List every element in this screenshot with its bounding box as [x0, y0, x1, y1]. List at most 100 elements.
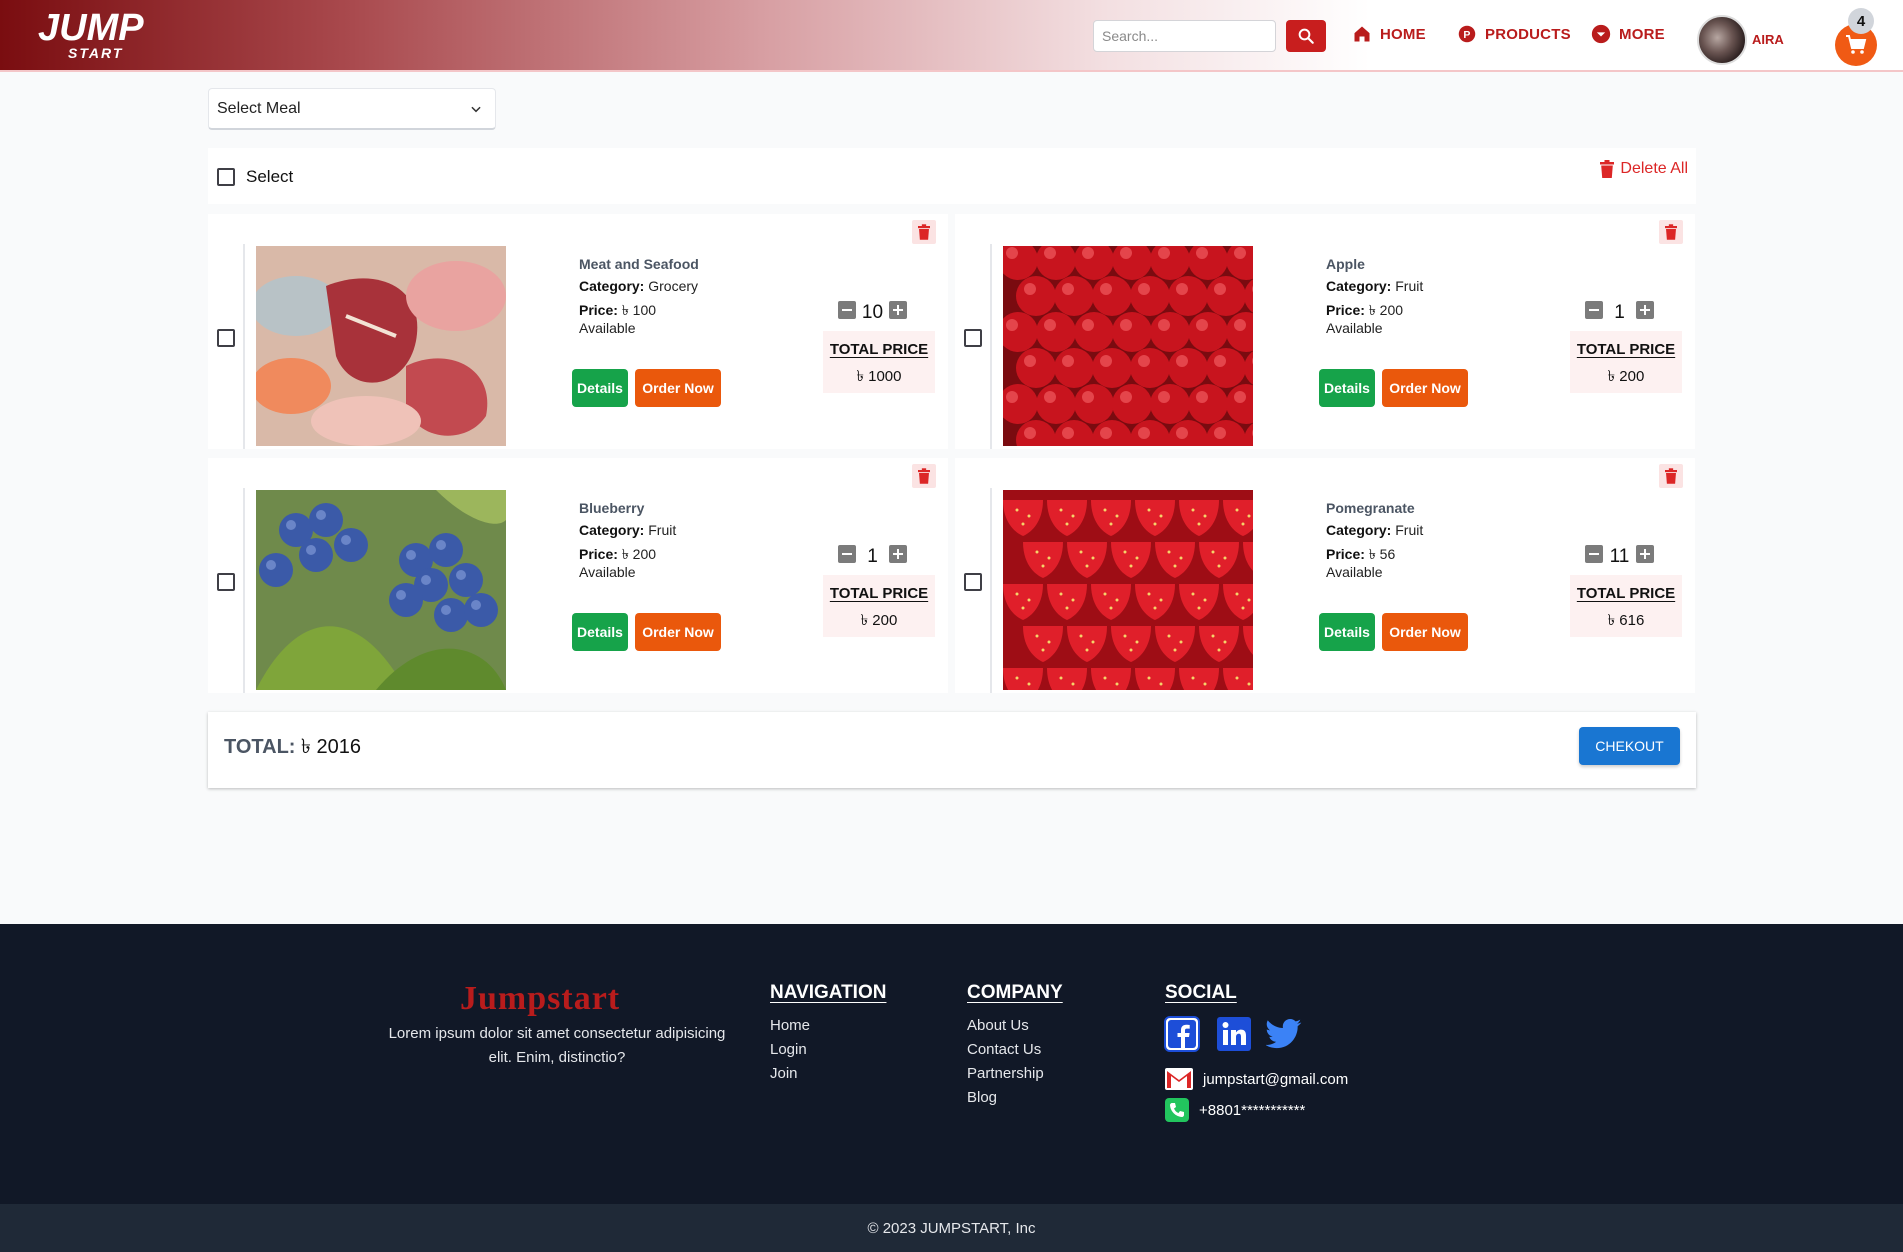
meal-select-dropdown[interactable]: Select Meal — [208, 88, 496, 130]
cart-total-label: TOTAL: — [224, 736, 296, 758]
delete-item-button[interactable] — [1659, 464, 1683, 488]
svg-text:START: START — [68, 45, 123, 61]
footer: Jumpstart Lorem ipsum dolor sit amet con… — [0, 924, 1903, 1204]
nav-products[interactable]: P PRODUCTS — [1457, 22, 1571, 46]
plus-icon — [893, 549, 903, 559]
footer-brand: Jumpstart — [460, 980, 621, 1017]
cart-item-card: Meat and Seafood Category: Grocery Price… — [208, 214, 948, 449]
search-icon — [1298, 28, 1314, 44]
cart-summary-bar: TOTAL: ৳ 2016 CHEKOUT — [208, 712, 1696, 788]
footer-phone[interactable]: +8801*********** — [1165, 1098, 1305, 1122]
facebook-icon[interactable] — [1164, 1016, 1200, 1052]
copyright-bar: © 2023 JUMPSTART, Inc — [0, 1204, 1903, 1252]
increase-quantity-button[interactable] — [889, 545, 907, 563]
footer-link-about[interactable]: About Us — [967, 1017, 1029, 1034]
quantity-value: 1 — [1614, 302, 1625, 323]
delete-item-button[interactable] — [912, 464, 936, 488]
category-label: Category: — [1326, 278, 1392, 294]
user-name[interactable]: AIRA — [1752, 32, 1784, 47]
order-now-button[interactable]: Order Now — [1382, 369, 1468, 407]
item-checkbox[interactable] — [964, 329, 982, 347]
nav-products-label: PRODUCTS — [1485, 25, 1571, 43]
footer-social-title: SOCIAL — [1165, 982, 1237, 1003]
delete-item-button[interactable] — [912, 220, 936, 244]
footer-email[interactable]: jumpstart@gmail.com — [1165, 1068, 1348, 1090]
price-value: ৳ 100 — [621, 302, 657, 318]
total-price-value: ৳ 200 — [1607, 368, 1645, 385]
delete-all-label: Delete All — [1620, 160, 1688, 177]
card-divider — [243, 488, 245, 693]
footer-navigation-title: NAVIGATION — [770, 982, 887, 1003]
footer-link-join[interactable]: Join — [770, 1065, 798, 1082]
quantity-value: 10 — [861, 302, 884, 323]
checkout-button[interactable]: CHEKOUT — [1579, 727, 1680, 765]
item-checkbox[interactable] — [217, 329, 235, 347]
footer-link-login[interactable]: Login — [770, 1041, 807, 1058]
cart-icon — [1846, 35, 1867, 54]
footer-link-blog[interactable]: Blog — [967, 1089, 997, 1106]
delete-all-button[interactable]: Delete All — [1600, 160, 1688, 178]
trash-icon — [918, 224, 930, 240]
availability-status: Available — [579, 320, 636, 336]
item-checkbox[interactable] — [964, 573, 982, 591]
svg-text:JUMP: JUMP — [38, 7, 144, 49]
product-category: Category: Fruit — [579, 522, 676, 538]
decrease-quantity-button[interactable] — [1585, 301, 1603, 319]
product-name[interactable]: Apple — [1326, 256, 1365, 272]
availability-status: Available — [1326, 320, 1383, 336]
details-button[interactable]: Details — [572, 369, 628, 407]
increase-quantity-button[interactable] — [889, 301, 907, 319]
search-input[interactable] — [1093, 20, 1276, 52]
item-total-box: TOTAL PRICE ৳ 200 — [1570, 331, 1682, 393]
quantity-value: 1 — [867, 546, 878, 567]
details-button[interactable]: Details — [1319, 369, 1375, 407]
price-label: Price: — [1326, 546, 1365, 562]
cart-item-card: Pomegranate Category: Fruit Price: ৳ 56 … — [955, 458, 1695, 693]
linkedin-icon[interactable] — [1216, 1016, 1252, 1052]
twitter-icon[interactable] — [1266, 1016, 1302, 1052]
footer-link-home[interactable]: Home — [770, 1017, 810, 1034]
item-total-box: TOTAL PRICE ৳ 1000 — [823, 331, 935, 393]
product-name[interactable]: Meat and Seafood — [579, 256, 699, 272]
decrease-quantity-button[interactable] — [838, 301, 856, 319]
footer-link-contact[interactable]: Contact Us — [967, 1041, 1041, 1058]
nav-home[interactable]: HOME — [1352, 22, 1426, 46]
product-name[interactable]: Pomegranate — [1326, 500, 1415, 516]
item-total-box: TOTAL PRICE ৳ 200 — [823, 575, 935, 637]
quantity-value: 11 — [1609, 546, 1630, 567]
search-button[interactable] — [1286, 20, 1326, 52]
increase-quantity-button[interactable] — [1636, 545, 1654, 563]
product-category: Category: Fruit — [1326, 278, 1423, 294]
item-total-box: TOTAL PRICE ৳ 616 — [1570, 575, 1682, 637]
minus-icon — [1589, 309, 1599, 311]
footer-email-text: jumpstart@gmail.com — [1203, 1070, 1349, 1088]
category-label: Category: — [579, 278, 645, 294]
minus-icon — [842, 309, 852, 311]
total-price-label: TOTAL PRICE — [1576, 341, 1676, 358]
nav-home-label: HOME — [1380, 25, 1426, 43]
minus-icon — [1589, 553, 1599, 555]
jumpstart-logo[interactable]: JUMP START — [36, 4, 156, 66]
footer-link-partnership[interactable]: Partnership — [967, 1065, 1044, 1082]
cart-item-card: Apple Category: Fruit Price: ৳ 200 Avail… — [955, 214, 1695, 449]
order-now-button[interactable]: Order Now — [635, 613, 721, 651]
product-name[interactable]: Blueberry — [579, 500, 644, 516]
delete-item-button[interactable] — [1659, 220, 1683, 244]
increase-quantity-button[interactable] — [1636, 301, 1654, 319]
price-value: ৳ 200 — [621, 546, 657, 562]
card-divider — [990, 244, 992, 449]
decrease-quantity-button[interactable] — [838, 545, 856, 563]
details-button[interactable]: Details — [572, 613, 628, 651]
card-divider — [243, 244, 245, 449]
order-now-button[interactable]: Order Now — [635, 369, 721, 407]
details-button[interactable]: Details — [1319, 613, 1375, 651]
user-avatar[interactable] — [1697, 15, 1747, 65]
select-all-label: Select — [246, 167, 294, 186]
nav-more[interactable]: MORE — [1591, 22, 1665, 46]
order-now-button[interactable]: Order Now — [1382, 613, 1468, 651]
select-all-checkbox[interactable] — [217, 168, 235, 186]
item-checkbox[interactable] — [217, 573, 235, 591]
decrease-quantity-button[interactable] — [1585, 545, 1603, 563]
category-label: Category: — [579, 522, 645, 538]
cart-total-value: ৳ 2016 — [301, 736, 362, 758]
